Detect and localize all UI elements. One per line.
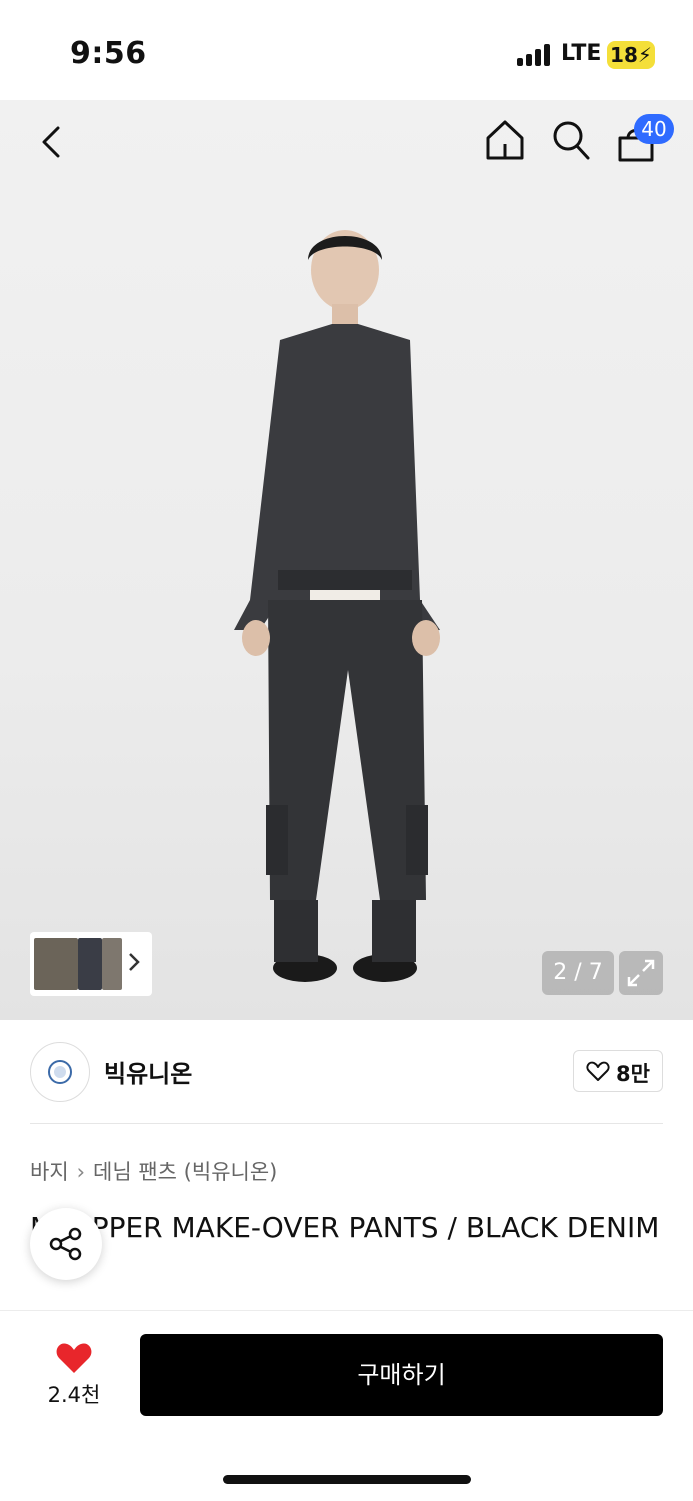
cart-count-badge: 40 (634, 114, 674, 144)
brand-like-button[interactable]: 8만 (573, 1050, 663, 1092)
back-icon[interactable] (34, 122, 70, 162)
signal-icon (517, 44, 551, 66)
thumbnail-strip[interactable] (30, 932, 152, 996)
brand-logo[interactable] (30, 1042, 90, 1102)
favorite-count: 2.4천 (47, 1383, 101, 1407)
status-bar: 9:56 LTE 18⚡ (0, 0, 693, 100)
heart-outline-icon (586, 1061, 610, 1081)
battery-level: 18 (610, 43, 638, 67)
brand-name[interactable]: 빅유니온 (104, 1054, 192, 1089)
heart-filled-icon[interactable] (55, 1341, 93, 1375)
expand-icon[interactable] (619, 951, 663, 995)
share-icon (49, 1227, 82, 1261)
image-pager: 2 / 7 (542, 951, 614, 995)
divider (30, 1123, 663, 1124)
status-time: 9:56 (70, 36, 147, 71)
network-label: LTE (561, 41, 602, 66)
breadcrumb-category[interactable]: 바지 (30, 1160, 69, 1184)
thumbnail-image[interactable] (102, 938, 122, 990)
home-indicator[interactable] (223, 1475, 471, 1484)
chevron-right-icon: › (76, 1160, 86, 1184)
breadcrumb-subcategory[interactable]: 데님 팬츠 (빅유니온) (93, 1160, 277, 1184)
home-icon[interactable] (484, 118, 526, 162)
buy-button[interactable]: 구매하기 (140, 1334, 663, 1416)
search-icon[interactable] (550, 118, 592, 162)
breadcrumb: 바지 › 데님 팬츠 (빅유니온) (30, 1156, 277, 1186)
share-button[interactable] (30, 1208, 102, 1280)
thumbnail-image[interactable] (34, 938, 78, 990)
product-title: M-ZIPPER MAKE-OVER PANTS / BLACK DENIM (30, 1211, 660, 1244)
bottom-action-bar: 2.4천 구매하기 (0, 1310, 693, 1501)
battery-icon: 18⚡ (607, 41, 655, 69)
chevron-right-icon[interactable] (126, 950, 142, 974)
brand-row[interactable]: 빅유니온 8만 (30, 1040, 663, 1104)
thumbnail-image[interactable] (78, 938, 102, 990)
brand-like-count: 8만 (616, 1062, 650, 1086)
product-image-gallery[interactable]: 40 2 / 7 (0, 100, 693, 1020)
product-photo (234, 230, 440, 982)
